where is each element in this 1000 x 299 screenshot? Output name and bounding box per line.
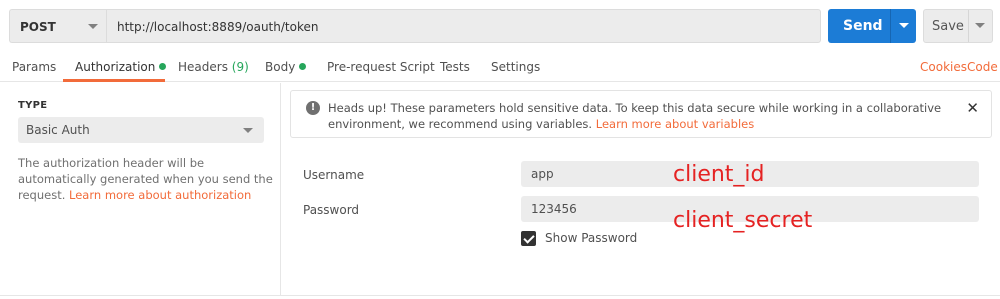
save-divider xyxy=(968,10,969,42)
auth-type-panel: TYPE Basic Auth The authorization header… xyxy=(0,83,281,295)
tab-body[interactable]: Body xyxy=(265,60,307,74)
url-value: http://localhost:8889/oauth/token xyxy=(117,20,319,34)
username-label: Username xyxy=(303,168,365,182)
send-options-chevron-icon[interactable] xyxy=(899,23,909,28)
chevron-down-icon xyxy=(243,128,253,133)
tab-pre-request-script[interactable]: Pre-request Script xyxy=(327,60,435,74)
save-options-chevron-icon[interactable] xyxy=(975,23,985,28)
send-divider xyxy=(890,9,891,43)
send-button[interactable]: Send xyxy=(828,9,916,43)
client-secret-annotation: client_secret xyxy=(673,208,813,233)
method-select[interactable]: POST xyxy=(9,9,106,43)
tab-authorization[interactable]: Authorization xyxy=(75,60,167,74)
request-tabs: Params Authorization Headers (9) Body Pr… xyxy=(0,52,1000,82)
method-value: POST xyxy=(20,20,56,34)
auth-description: The authorization header will be automat… xyxy=(18,155,274,203)
bottom-divider xyxy=(0,295,1000,296)
chevron-down-icon xyxy=(88,24,98,29)
cookies-link[interactable]: Cookies xyxy=(920,60,967,74)
tab-body-label: Body xyxy=(265,60,296,74)
save-button[interactable]: Save xyxy=(923,9,993,43)
type-label: TYPE xyxy=(18,100,48,111)
tab-tests[interactable]: Tests xyxy=(440,60,470,74)
client-id-annotation: client_id xyxy=(673,162,765,187)
tab-headers[interactable]: Headers (9) xyxy=(178,60,249,74)
save-label: Save xyxy=(932,19,964,34)
show-password-checkbox[interactable] xyxy=(521,231,536,246)
url-input[interactable]: http://localhost:8889/oauth/token xyxy=(106,9,821,43)
tab-headers-count: (9) xyxy=(231,60,249,74)
password-label: Password xyxy=(303,203,360,217)
tab-settings[interactable]: Settings xyxy=(491,60,540,74)
notice-message: Heads up! These parameters hold sensitiv… xyxy=(328,100,948,132)
send-label: Send xyxy=(843,18,883,34)
tab-params[interactable]: Params xyxy=(12,60,56,74)
password-value: 123456 xyxy=(531,202,577,216)
show-password-label[interactable]: Show Password xyxy=(545,231,637,245)
info-icon: ! xyxy=(306,101,320,115)
active-tab-underline xyxy=(63,79,165,82)
learn-more-variables-link[interactable]: Learn more about variables xyxy=(596,117,754,131)
auth-type-select[interactable]: Basic Auth xyxy=(18,117,264,143)
sensitive-data-notice: ! Heads up! These parameters hold sensit… xyxy=(290,90,992,138)
close-icon[interactable]: ✕ xyxy=(966,99,979,117)
request-bar: POST http://localhost:8889/oauth/token S… xyxy=(0,0,1000,52)
tab-headers-label: Headers xyxy=(178,60,228,74)
learn-more-auth-link[interactable]: Learn more about authorization xyxy=(69,188,251,202)
auth-type-value: Basic Auth xyxy=(26,123,90,137)
status-dot-icon xyxy=(299,63,307,70)
status-dot-icon xyxy=(159,63,167,70)
tab-authorization-label: Authorization xyxy=(75,60,156,74)
code-link[interactable]: Code xyxy=(967,60,998,74)
username-value: app xyxy=(531,167,554,181)
